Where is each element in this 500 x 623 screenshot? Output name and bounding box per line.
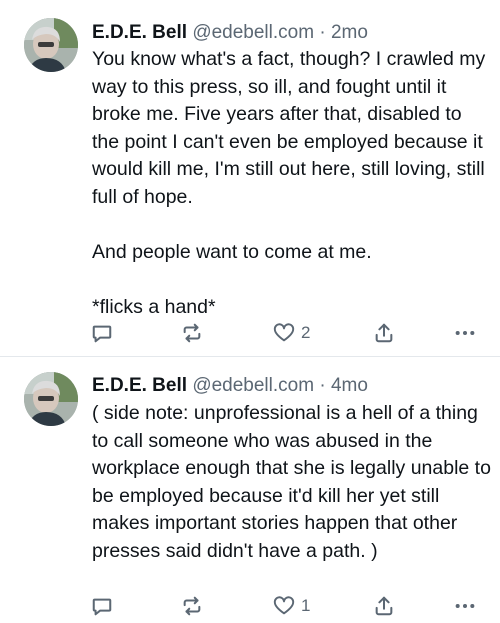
post-header: E.D.E. Bell @edebell.com · 2mo (92, 20, 368, 46)
reply-button[interactable] (91, 318, 113, 348)
reply-button[interactable] (91, 591, 113, 621)
post-actions: 2 (0, 318, 500, 348)
author-handle[interactable]: @edebell.com (192, 375, 314, 396)
post[interactable]: E.D.E. Bell @edebell.com · 4mo ( side no… (0, 357, 500, 623)
post-header: E.D.E. Bell @edebell.com · 4mo (92, 373, 368, 399)
post-actions: 1 (0, 591, 500, 621)
separator: · (319, 22, 326, 43)
post-time[interactable]: 2mo (331, 22, 368, 43)
avatar[interactable] (24, 372, 78, 426)
repost-button[interactable] (180, 591, 204, 621)
author-name[interactable]: E.D.E. Bell (92, 375, 187, 396)
like-count: 1 (301, 596, 311, 615)
post-text: You know what's a fact, though? I crawle… (92, 48, 486, 318)
reply-icon (92, 325, 112, 343)
more-button[interactable] (453, 318, 477, 348)
heart-icon (273, 596, 295, 615)
post-time[interactable]: 4mo (331, 375, 368, 396)
separator: · (319, 375, 326, 396)
avatar-image (24, 18, 78, 72)
repost-button[interactable] (180, 318, 204, 348)
share-icon (375, 323, 393, 343)
author-handle[interactable]: @edebell.com (192, 22, 314, 43)
avatar[interactable] (24, 18, 78, 72)
post[interactable]: E.D.E. Bell @edebell.com · 2mo You know … (0, 0, 500, 356)
post-text: ( side note: unprofessional is a hell of… (92, 402, 497, 562)
like-button[interactable]: 1 (273, 591, 310, 621)
repost-icon (183, 596, 201, 616)
more-icon (455, 330, 475, 336)
author-name[interactable]: E.D.E. Bell (92, 22, 187, 43)
more-icon (455, 603, 475, 609)
share-button[interactable] (373, 318, 395, 348)
more-button[interactable] (453, 591, 477, 621)
like-button[interactable]: 2 (273, 318, 310, 348)
like-count: 2 (301, 323, 311, 342)
share-button[interactable] (373, 591, 395, 621)
heart-icon (273, 323, 295, 342)
repost-icon (183, 323, 201, 343)
reply-icon (92, 598, 112, 616)
avatar-image (24, 372, 78, 426)
share-icon (375, 596, 393, 616)
